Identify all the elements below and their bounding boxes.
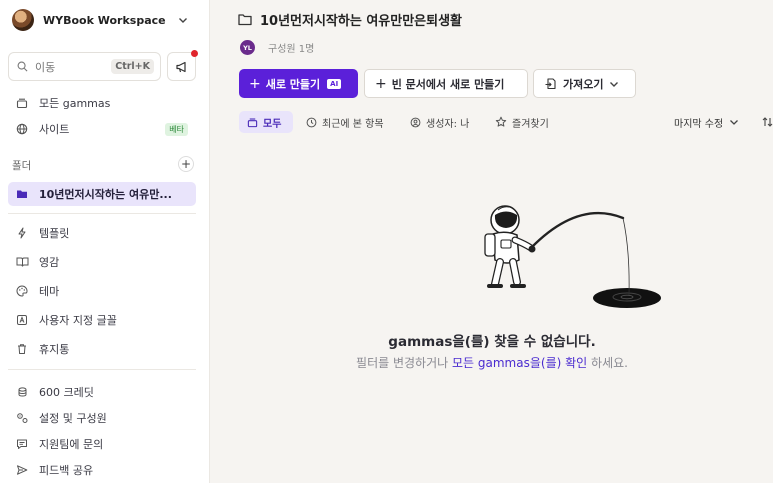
avatar: YL bbox=[240, 40, 255, 55]
astronaut-fishing-illustration bbox=[484, 205, 661, 308]
filter-label: 최근에 본 항목 bbox=[322, 118, 384, 130]
sort-dropdown[interactable]: 마지막 수정 bbox=[674, 111, 739, 133]
stack-icon bbox=[247, 117, 258, 128]
beta-badge: 베타 bbox=[165, 122, 188, 136]
notification-dot bbox=[191, 50, 198, 57]
search-shortcut: Ctrl+K bbox=[111, 59, 154, 74]
font-icon bbox=[15, 313, 29, 327]
empty-state-title: gammas을(를) 찾을 수 없습니다. bbox=[388, 334, 596, 350]
folder-icon bbox=[238, 14, 252, 26]
filter-all[interactable]: 모두 bbox=[239, 111, 293, 133]
main-content: 10년먼저시작하는 여유만만은퇴생활 YL 구성원 1명 + 새로 만들기 AI… bbox=[211, 0, 773, 483]
sidebar: WYBook Workspace 이동 Ctrl+K 모든 gammas 사이트… bbox=[0, 0, 210, 483]
sidebar-item-label: 템플릿 bbox=[39, 227, 70, 240]
empty-state-subtitle: 필터를 변경하거나 모든 gammas을(를) 확인 하세요. bbox=[211, 354, 773, 371]
stack-icon bbox=[15, 96, 29, 110]
import-icon bbox=[545, 78, 556, 90]
ai-badge: AI bbox=[327, 78, 342, 89]
send-icon bbox=[15, 463, 29, 477]
create-blank-label: 빈 문서에서 새로 만들기 bbox=[391, 77, 505, 91]
create-new-button[interactable]: + 새로 만들기 AI bbox=[239, 69, 358, 98]
trash-icon bbox=[15, 342, 29, 356]
sidebar-item-custom-fonts[interactable]: 사용자 지정 글꼴 bbox=[8, 308, 196, 332]
chevron-down-icon bbox=[179, 18, 187, 23]
add-folder-button[interactable]: + bbox=[178, 156, 194, 172]
globe-icon bbox=[15, 122, 29, 136]
folder-members[interactable]: YL 구성원 1명 bbox=[240, 40, 314, 55]
plus-icon: + bbox=[375, 75, 387, 92]
page-title[interactable]: 10년먼저시작하는 여유만만은퇴생활 bbox=[260, 10, 462, 29]
clock-icon bbox=[306, 117, 317, 128]
sidebar-item-credits[interactable]: 600 크레딧 bbox=[8, 380, 196, 404]
view-all-gammas-link[interactable]: 모든 gammas을(를) 확인 bbox=[452, 356, 587, 370]
plus-icon: + bbox=[180, 157, 192, 171]
sort-arrows-icon bbox=[762, 117, 773, 127]
folder-open-icon bbox=[15, 187, 29, 201]
plus-icon: + bbox=[249, 75, 261, 92]
filter-created-by-me[interactable]: 생성자: 나 bbox=[410, 111, 469, 133]
sidebar-item-label: 피드백 공유 bbox=[39, 464, 94, 477]
sidebar-item-feedback[interactable]: 피드백 공유 bbox=[8, 458, 196, 482]
folders-section-label: 폴더 bbox=[12, 160, 32, 172]
workspace-avatar bbox=[12, 9, 34, 31]
sidebar-item-folder[interactable]: 10년먼저시작하는 여유만... bbox=[8, 182, 196, 206]
sidebar-item-label: 모든 gammas bbox=[39, 97, 111, 110]
filter-label: 즐겨찾기 bbox=[512, 118, 549, 130]
sidebar-item-label: 설정 및 구성원 bbox=[39, 412, 107, 425]
empty-state-prefix: 필터를 변경하거나 bbox=[356, 356, 449, 370]
sidebar-item-all-gammas[interactable]: 모든 gammas bbox=[8, 91, 196, 115]
sidebar-item-label: 사용자 지정 글꼴 bbox=[39, 314, 117, 327]
filter-favorites[interactable]: 즐겨찾기 bbox=[495, 111, 549, 133]
sidebar-item-trash[interactable]: 휴지통 bbox=[8, 337, 196, 361]
filter-recent[interactable]: 최근에 본 항목 bbox=[306, 111, 384, 133]
palette-icon bbox=[15, 284, 29, 298]
star-icon bbox=[495, 116, 507, 128]
divider bbox=[8, 213, 196, 214]
import-button[interactable]: 가져오기 bbox=[533, 69, 636, 98]
megaphone-icon bbox=[175, 61, 186, 72]
sort-direction-toggle[interactable] bbox=[762, 111, 773, 133]
create-blank-button[interactable]: + 빈 문서에서 새로 만들기 bbox=[364, 69, 528, 98]
search-input[interactable]: 이동 Ctrl+K bbox=[8, 52, 161, 81]
sidebar-item-label: 600 크레딧 bbox=[39, 386, 94, 399]
sidebar-item-label: 지원팀에 문의 bbox=[39, 438, 104, 451]
create-new-label: 새로 만들기 bbox=[265, 77, 321, 91]
bolt-icon bbox=[15, 226, 29, 240]
empty-state-suffix: 하세요. bbox=[591, 356, 628, 370]
sidebar-item-label: 테마 bbox=[39, 285, 60, 298]
sidebar-item-label: 영감 bbox=[39, 256, 60, 269]
sidebar-item-support[interactable]: 지원팀에 문의 bbox=[8, 432, 196, 456]
chat-icon bbox=[15, 437, 29, 451]
sidebar-item-sites[interactable]: 사이트 베타 bbox=[8, 117, 196, 141]
import-label: 가져오기 bbox=[563, 77, 604, 91]
sidebar-item-label: 휴지통 bbox=[39, 343, 70, 356]
coins-icon bbox=[15, 385, 29, 399]
sort-label: 마지막 수정 bbox=[674, 118, 724, 130]
chevron-down-icon bbox=[730, 120, 739, 125]
filter-label: 모두 bbox=[263, 118, 282, 130]
filter-label: 생성자: 나 bbox=[426, 118, 470, 130]
sidebar-item-label: 사이트 bbox=[39, 123, 70, 136]
divider bbox=[8, 369, 196, 370]
workspace-name: WYBook Workspace bbox=[43, 13, 166, 27]
chevron-down-icon bbox=[610, 81, 619, 87]
members-count: 구성원 1명 bbox=[268, 44, 315, 55]
sidebar-item-label: 10년먼저시작하는 여유만... bbox=[39, 188, 172, 201]
search-icon bbox=[17, 61, 28, 72]
settings-icon bbox=[15, 411, 29, 425]
user-icon bbox=[410, 117, 421, 128]
sidebar-item-settings[interactable]: 설정 및 구성원 bbox=[8, 406, 196, 430]
sidebar-item-templates[interactable]: 템플릿 bbox=[8, 221, 196, 245]
page-header: 10년먼저시작하는 여유만만은퇴생활 bbox=[238, 10, 462, 29]
book-icon bbox=[15, 255, 29, 269]
sidebar-item-inspiration[interactable]: 영감 bbox=[8, 250, 196, 274]
sidebar-item-themes[interactable]: 테마 bbox=[8, 279, 196, 303]
search-placeholder: 이동 bbox=[35, 60, 56, 74]
workspace-switcher[interactable]: WYBook Workspace bbox=[8, 6, 196, 34]
announcements-button[interactable] bbox=[167, 50, 198, 81]
